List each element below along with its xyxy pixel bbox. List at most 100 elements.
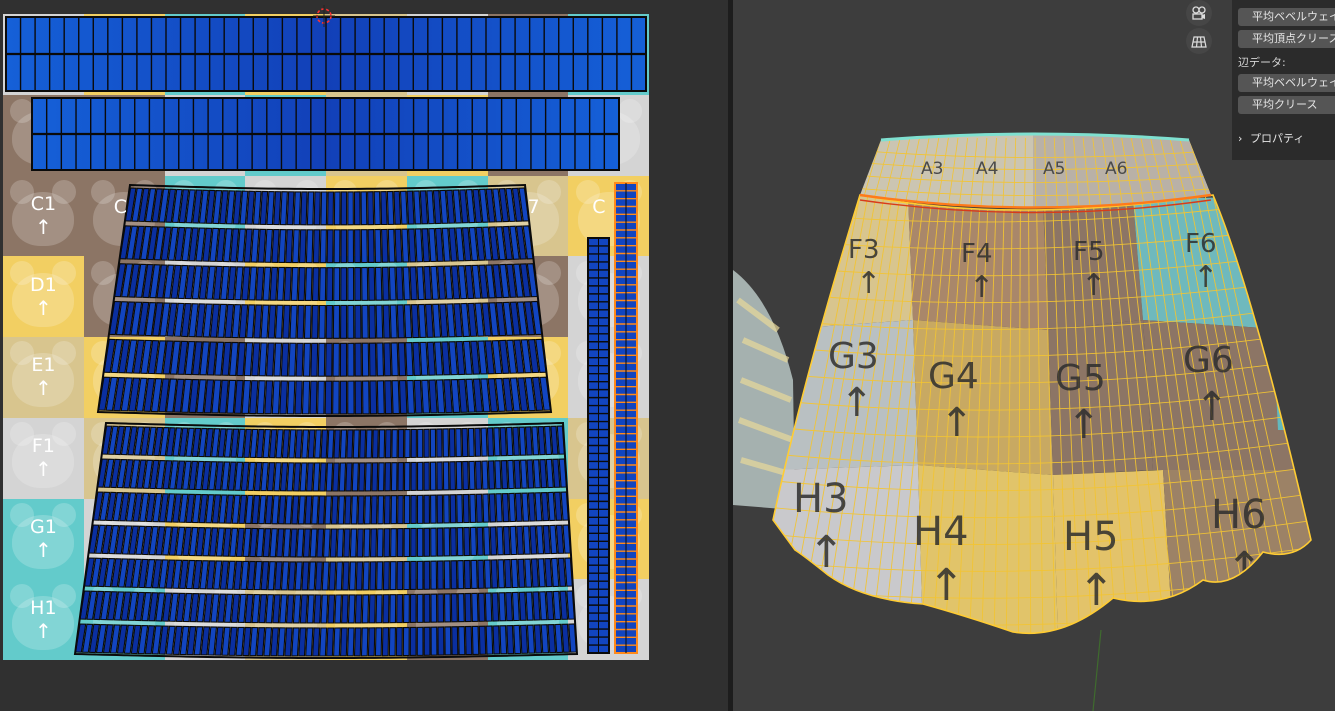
- uv-face: [561, 623, 571, 653]
- uv-face: [529, 525, 538, 555]
- uv-face: [341, 594, 349, 624]
- mean-bevel-weight-edge-field[interactable]: 平均ベベルウェイト: [1238, 74, 1335, 92]
- skirt-label-f: F6: [1185, 229, 1217, 259]
- uv-face: [499, 426, 508, 457]
- uv-face: [371, 462, 379, 492]
- uv-face: [413, 379, 423, 414]
- uv-face: [390, 462, 398, 492]
- uv-face: [402, 626, 410, 657]
- uv-islands[interactable]: [0, 0, 728, 711]
- properties-section-header[interactable]: › プロパティ: [1238, 130, 1304, 146]
- uv-face: [272, 594, 281, 624]
- grid-icon[interactable]: [1186, 28, 1212, 54]
- uv-face: [416, 626, 424, 656]
- uv-face: [291, 495, 300, 525]
- uv-face: [448, 428, 456, 458]
- uv-face: [304, 267, 313, 302]
- camera-icon[interactable]: [1186, 0, 1212, 26]
- uv-face: [495, 493, 503, 523]
- uv-face: [265, 594, 275, 624]
- cursor-2d-icon[interactable]: [313, 5, 335, 27]
- uv-face: [403, 494, 411, 525]
- uv-face: [319, 462, 327, 492]
- uv-face: [419, 341, 429, 376]
- uv-face: [482, 493, 490, 523]
- uv-face: [384, 380, 393, 415]
- uv-face: [365, 429, 373, 459]
- uv-face: [507, 459, 515, 490]
- uv-face: [295, 342, 304, 377]
- uv-face: [340, 304, 348, 339]
- uv-face: [377, 462, 385, 492]
- tile-label: F1: [31, 435, 55, 458]
- skirt-arrow-icon: ↑: [1081, 268, 1106, 303]
- uv-face: [501, 492, 510, 523]
- uv-face: [266, 191, 275, 226]
- uv-face: [280, 561, 290, 591]
- uv-face: [449, 527, 457, 557]
- uv-face: [320, 191, 328, 226]
- uv-face: [394, 228, 403, 263]
- uv-face: [535, 525, 545, 555]
- uv-face: [426, 341, 436, 376]
- uv-face: [555, 524, 565, 554]
- uv-face: [256, 627, 266, 657]
- uv-face: [552, 590, 562, 621]
- mean-bevel-weight-vertex-field[interactable]: 平均ベベルウェイト: [1238, 8, 1335, 26]
- uv-face: [539, 458, 548, 489]
- uv-face: [442, 461, 450, 491]
- uv-face: [437, 593, 445, 623]
- uv-face: [500, 459, 509, 490]
- uv-face: [433, 341, 444, 376]
- uv-face: [462, 493, 470, 524]
- uv-face: [354, 594, 363, 624]
- uv-face: [510, 558, 519, 589]
- uv-face: [505, 591, 514, 622]
- uv-face: [481, 460, 489, 490]
- uv-face: [559, 590, 569, 620]
- uv-face: [399, 190, 408, 225]
- uv-face: [282, 304, 291, 339]
- uv-face: [324, 495, 333, 525]
- uv-face: [545, 590, 555, 621]
- skirt-label-f: F3: [848, 235, 880, 265]
- uv-face: [388, 627, 397, 657]
- uv-face: [387, 228, 396, 263]
- waistband-wire: [1034, 137, 1036, 208]
- uv-face: [437, 626, 445, 656]
- uv-face: [339, 627, 348, 657]
- uv-face: [297, 267, 306, 302]
- uv-face: [410, 527, 417, 558]
- navigation-gizmo[interactable]: [1186, 0, 1212, 60]
- uv-editor[interactable]: C1 ↑ C 7 C D1 ↑ E1 ↑ F1 ↑ G1 ↑ H1 ↑: [0, 0, 728, 711]
- uv-face: [289, 304, 298, 339]
- uv-face: [263, 627, 273, 657]
- mean-vertex-crease-field[interactable]: 平均頂点クリース: [1238, 30, 1335, 48]
- uv-face: [373, 191, 381, 226]
- uv-face: [287, 561, 297, 591]
- uv-face: [404, 428, 411, 459]
- uv-face: [336, 528, 345, 558]
- uv-face: [428, 379, 438, 414]
- uv-face: [269, 266, 279, 301]
- uv-face: [279, 594, 288, 624]
- uv-face: [544, 557, 553, 588]
- uv-face: [492, 625, 501, 655]
- uv-face: [401, 228, 410, 263]
- uv-face: [376, 528, 384, 558]
- uv-face: [316, 528, 325, 558]
- uv-face: [416, 560, 424, 590]
- uv-face: [423, 494, 431, 524]
- uv-face: [361, 380, 370, 415]
- uv-face: [428, 227, 437, 263]
- mean-crease-field[interactable]: 平均クリース: [1238, 96, 1335, 114]
- uv-face: [302, 528, 311, 558]
- uv-face: [487, 460, 496, 490]
- uv-face: [347, 191, 354, 226]
- uv-face: [485, 625, 494, 655]
- uv-face: [512, 426, 520, 456]
- uv-face: [499, 625, 508, 655]
- tile-label: C: [592, 195, 606, 218]
- uv-face: [347, 267, 355, 302]
- uv-face: [312, 229, 321, 264]
